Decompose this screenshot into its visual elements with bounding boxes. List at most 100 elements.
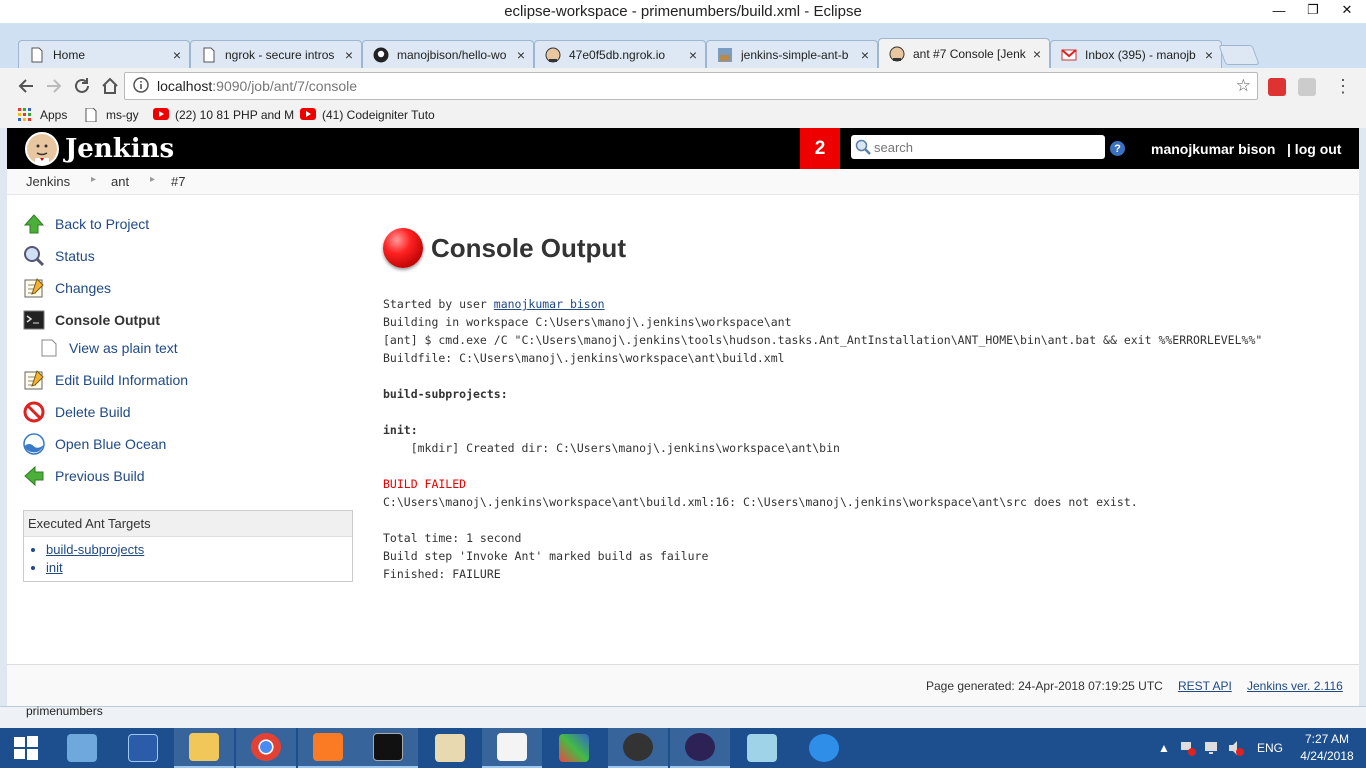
tab-close-icon[interactable]: × <box>517 47 525 63</box>
paint-icon[interactable] <box>420 728 480 768</box>
cmd-icon[interactable] <box>358 728 418 768</box>
clock-date: 4/24/2018 <box>1300 749 1354 763</box>
bookmark-star-icon[interactable]: ☆ <box>1236 76 1251 96</box>
tab-ngrok-io[interactable]: 47e0f5db.ngrok.io × <box>534 40 706 68</box>
tab-gmail[interactable]: Inbox (395) - manojb × <box>1050 40 1222 68</box>
task-console-output[interactable]: Console Output <box>23 304 353 336</box>
windows-start-icon[interactable] <box>0 728 52 768</box>
address-bar[interactable]: localhost:9090/job/ant/7/console ☆ <box>124 72 1258 100</box>
bookmark-codeigniter[interactable]: (41) Codeigniter Tuto <box>300 108 435 122</box>
task-changes[interactable]: Changes <box>23 272 353 304</box>
notepad-icon <box>23 277 45 299</box>
uipath-icon[interactable] <box>544 728 604 768</box>
tab-close-icon[interactable]: × <box>689 47 697 63</box>
obs-icon[interactable] <box>608 728 668 768</box>
help-icon[interactable]: ? <box>1110 141 1125 156</box>
task-label: Previous Build <box>55 468 145 484</box>
jenkins-logo[interactable]: Jenkins <box>25 132 174 166</box>
tray-volume-muted-icon[interactable] <box>1228 728 1244 768</box>
tab-console-active[interactable]: ant #7 Console [Jenk × <box>878 38 1050 68</box>
task-view-plain-text[interactable]: View as plain text <box>23 336 353 360</box>
task-edit-build-info[interactable]: Edit Build Information <box>23 364 353 396</box>
console-line: Building in workspace C:\Users\manoj\.je… <box>383 315 792 329</box>
new-tab-button[interactable] <box>1218 45 1260 65</box>
tray-show-hidden-icon[interactable]: ▲ <box>1158 728 1170 768</box>
breadcrumb-jenkins[interactable]: Jenkins <box>26 174 70 189</box>
language-indicator[interactable]: ENG <box>1257 728 1283 768</box>
no-entry-icon <box>23 401 45 423</box>
chrome-icon[interactable] <box>236 728 296 768</box>
tab-close-icon[interactable]: × <box>1205 47 1213 63</box>
tab-label: jenkins-simple-ant-b <box>741 47 849 62</box>
document-icon <box>201 47 217 63</box>
target-link-build-subprojects[interactable]: build-subprojects <box>46 541 352 559</box>
console-user-link[interactable]: manojkumar bison <box>494 297 605 311</box>
tab-close-icon[interactable]: × <box>173 47 181 63</box>
console-line: Buildfile: C:\Users\manoj\.jenkins\works… <box>383 351 785 365</box>
notepad-icon[interactable] <box>482 728 542 768</box>
task-delete-build[interactable]: Delete Build <box>23 396 353 428</box>
jenkins-version-link[interactable]: Jenkins ver. 2.116 <box>1247 679 1343 693</box>
back-arrow-icon[interactable] <box>14 74 38 98</box>
gmail-icon <box>1061 47 1077 63</box>
document-icon <box>84 107 98 123</box>
task-label: Console Output <box>55 312 160 328</box>
tab-label: manojbison/hello-wo <box>397 47 507 62</box>
info-icon[interactable] <box>133 76 149 96</box>
tab-close-icon[interactable]: × <box>861 47 869 63</box>
task-status[interactable]: Status <box>23 240 353 272</box>
tab-github[interactable]: manojbison/hello-wo × <box>362 40 534 68</box>
left-arrow-icon <box>23 465 45 487</box>
tab-close-icon[interactable]: × <box>1033 46 1041 62</box>
xampp-icon[interactable] <box>298 728 358 768</box>
target-link-init[interactable]: init <box>46 559 352 577</box>
maximize-button[interactable]: ❐ <box>1296 0 1330 20</box>
glass-icon[interactable] <box>732 728 792 768</box>
tray-network-icon[interactable] <box>1180 728 1196 768</box>
extension-red-icon[interactable] <box>1268 78 1286 96</box>
task-previous-build[interactable]: Previous Build <box>23 460 353 492</box>
home-icon[interactable] <box>98 74 122 98</box>
task-open-blue-ocean[interactable]: Open Blue Ocean <box>23 428 353 460</box>
bookmark-ms-gy[interactable]: ms-gy <box>84 107 139 123</box>
folder-icon[interactable] <box>174 728 234 768</box>
page-generated-text: Page generated: 24-Apr-2018 07:19:25 UTC <box>926 679 1163 693</box>
bookmark-label: (22) 10 81 PHP and M <box>175 108 295 122</box>
powershell-icon[interactable] <box>113 728 173 768</box>
youtube-icon <box>300 108 316 122</box>
rest-api-link[interactable]: REST API <box>1178 679 1232 693</box>
eclipse-icon[interactable] <box>670 728 730 768</box>
chrome-menu-icon[interactable]: ⋮ <box>1334 76 1352 97</box>
user-link[interactable]: manojkumar bison <box>1151 141 1275 157</box>
chevron-right-icon[interactable]: ▸ <box>150 174 155 185</box>
tab-home[interactable]: Home × <box>18 40 190 68</box>
ie-icon[interactable] <box>794 728 854 768</box>
breadcrumb-build[interactable]: #7 <box>171 174 185 189</box>
reload-icon[interactable] <box>70 74 94 98</box>
file-explorer-icon[interactable] <box>52 728 112 768</box>
blue-ocean-icon <box>23 433 45 455</box>
minimize-button[interactable]: — <box>1262 0 1296 20</box>
close-button[interactable]: ✕ <box>1330 0 1364 20</box>
tab-close-icon[interactable]: × <box>345 47 353 63</box>
bookmark-php[interactable]: (22) 10 81 PHP and M <box>153 108 294 122</box>
tab-label: ngrok - secure intros <box>225 47 335 62</box>
tray-monitor-icon[interactable] <box>1204 728 1220 768</box>
task-back-to-project[interactable]: Back to Project <box>23 208 353 240</box>
task-label: Edit Build Information <box>55 372 189 388</box>
breadcrumb-ant[interactable]: ant <box>111 174 129 189</box>
tab-label: ant #7 Console [Jenk <box>913 46 1026 61</box>
task-label: Status <box>55 248 95 264</box>
chevron-right-icon[interactable]: ▸ <box>91 174 96 185</box>
search-input[interactable] <box>874 139 1104 155</box>
logout-link[interactable]: | log out <box>1287 141 1341 157</box>
notification-badge[interactable]: 2 <box>800 128 840 169</box>
forward-arrow-icon[interactable] <box>42 74 66 98</box>
tab-ngrok[interactable]: ngrok - secure intros × <box>190 40 362 68</box>
system-clock[interactable]: 7:27 AM 4/24/2018 <box>1300 731 1354 765</box>
bookmark-apps[interactable]: Apps <box>18 108 67 122</box>
console-heading: Console Output <box>383 228 1343 268</box>
youtube-icon <box>153 108 169 122</box>
uipath-extension-icon[interactable] <box>1298 78 1316 96</box>
tab-jenkins-simple-ant[interactable]: jenkins-simple-ant-b × <box>706 40 878 68</box>
